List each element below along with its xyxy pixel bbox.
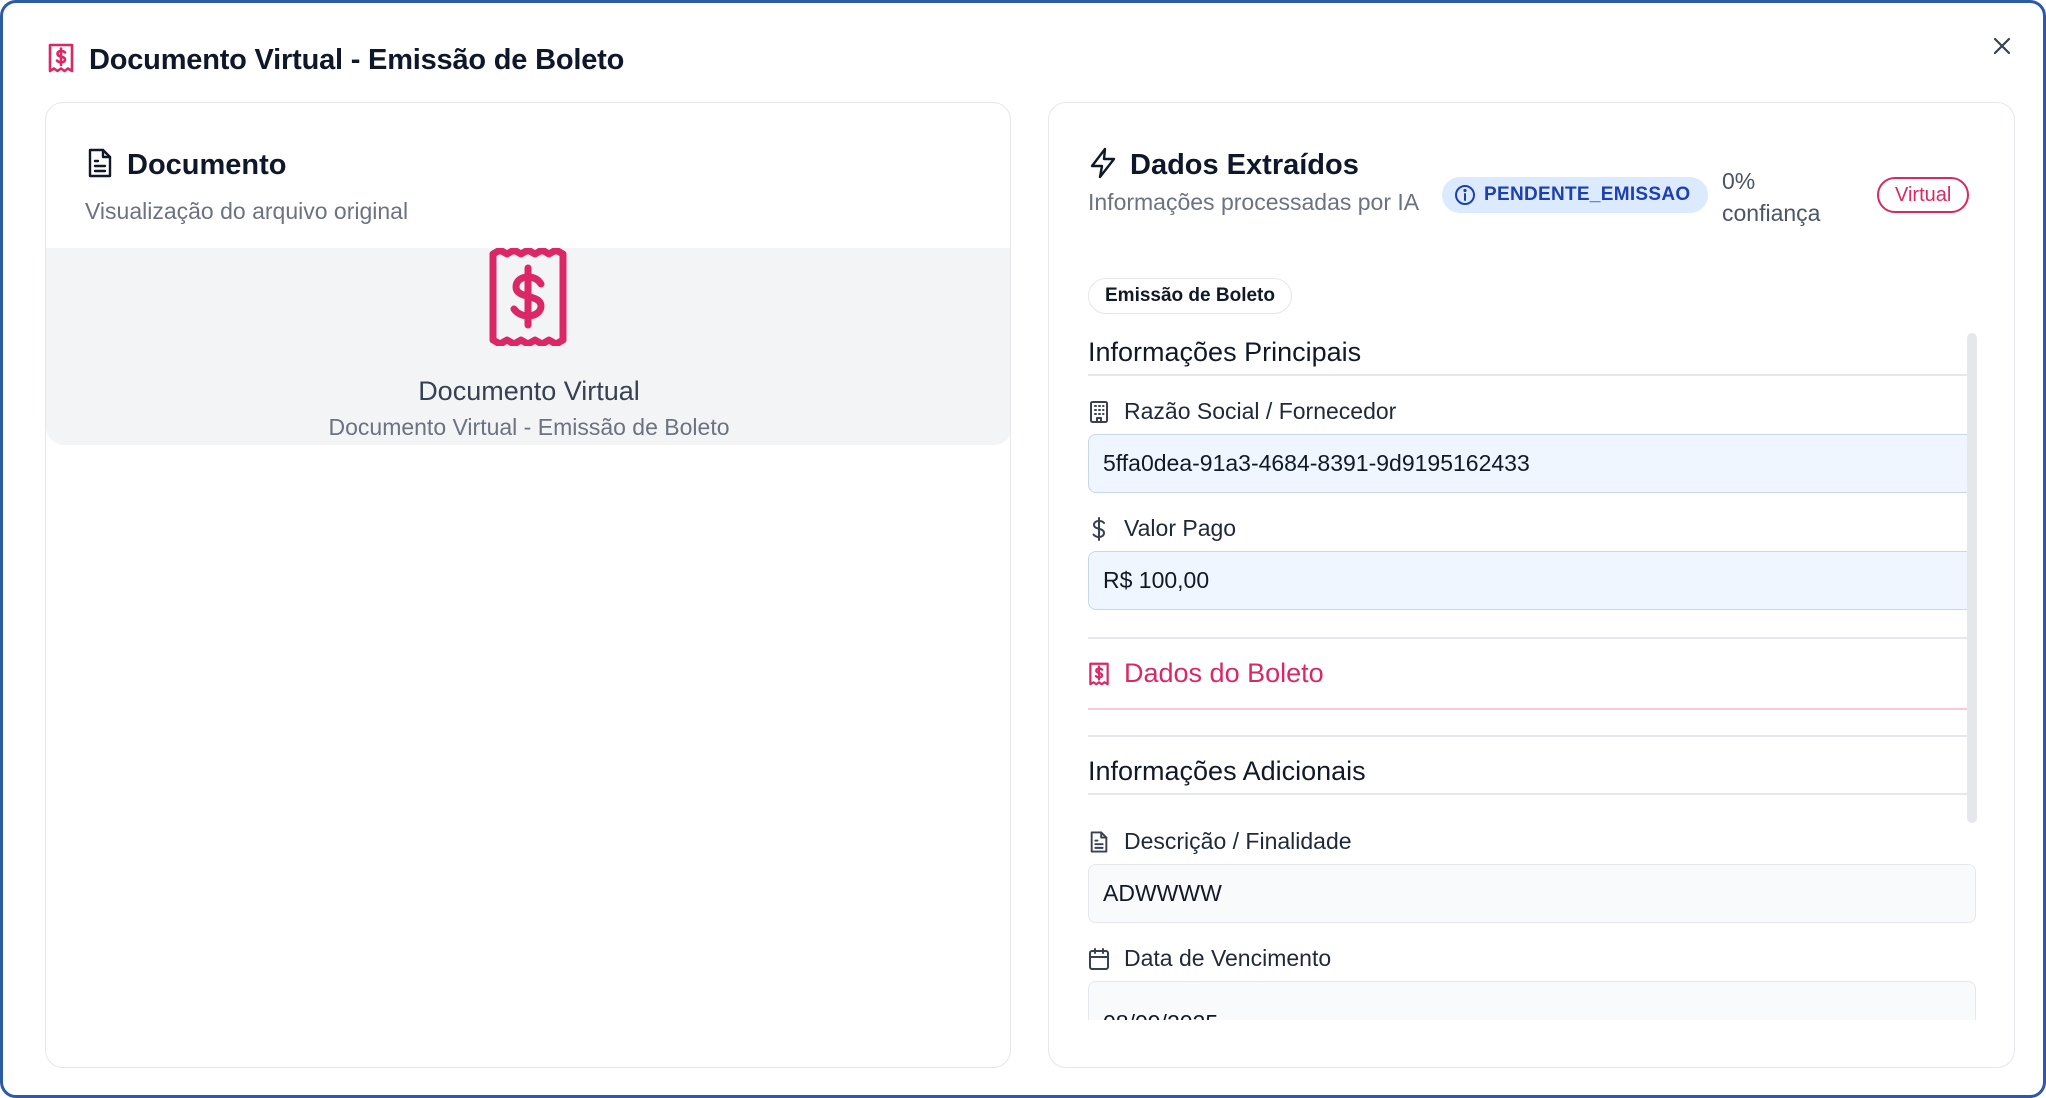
divider	[1088, 708, 1968, 710]
modal-dialog: Documento Virtual - Emissão de Boleto Do…	[0, 0, 2046, 1098]
modal-header: Documento Virtual - Emissão de Boleto	[47, 43, 624, 78]
valor-label: Valor Pago	[1088, 515, 1236, 542]
section-title-additional: Informações Adicionais	[1088, 756, 1366, 786]
fornecedor-label-text: Razão Social / Fornecedor	[1124, 398, 1397, 424]
extracted-data-card: Dados Extraídos Informações processadas …	[1048, 102, 2015, 1068]
preview-subtitle: Documento Virtual - Emissão de Boleto	[328, 414, 730, 440]
type-badge: Emissão de Boleto	[1088, 278, 1292, 314]
file-text-icon	[1090, 831, 1108, 852]
fornecedor-label: Razão Social / Fornecedor	[1088, 398, 1396, 425]
receipt-dollar-icon	[47, 43, 75, 78]
divider	[1088, 793, 1968, 795]
lightning-icon	[1088, 147, 1118, 184]
valor-field[interactable]: R$ 100,00	[1088, 551, 1976, 610]
close-icon	[1993, 37, 2011, 55]
confidence-label: 0% confiança	[1722, 168, 1821, 226]
extracted-data-header: Dados Extraídos	[1088, 147, 1359, 184]
fornecedor-field[interactable]: 5ffa0dea-91a3-4684-8391-9d9195162433	[1088, 434, 1976, 493]
vencimento-label-text: Data de Vencimento	[1124, 945, 1332, 971]
vencimento-label: Data de Vencimento	[1088, 945, 1331, 972]
receipt-dollar-icon	[487, 246, 569, 351]
section-title-boleto[interactable]: Dados do Boleto	[1088, 658, 1324, 689]
calendar-icon	[1089, 947, 1109, 970]
modal-title: Documento Virtual - Emissão de Boleto	[89, 44, 625, 76]
boleto-title-text: Dados do Boleto	[1124, 658, 1324, 688]
document-preview: Documento Virtual Documento Virtual - Em…	[46, 246, 1010, 445]
extracted-fields-scroll[interactable]: Informações Principais Razão Social / Fo…	[1088, 333, 1976, 1020]
descricao-field[interactable]: ADWWWW	[1088, 864, 1976, 923]
building-icon	[1090, 400, 1108, 423]
status-badge: PENDENTE_EMISSAO	[1442, 177, 1709, 213]
dollar-icon	[1092, 516, 1106, 541]
divider	[1088, 637, 1968, 639]
virtual-badge: Virtual	[1877, 177, 1970, 213]
extracted-data-subtitle: Informações processadas por IA	[1088, 189, 1420, 215]
info-icon	[1455, 185, 1475, 205]
vencimento-field[interactable]: 08/09/2025	[1088, 981, 1976, 1020]
preview-title: Documento Virtual	[418, 376, 640, 406]
extracted-data-title: Dados Extraídos	[1130, 149, 1359, 181]
status-label: PENDENTE_EMISSAO	[1484, 184, 1691, 205]
descricao-label: Descrição / Finalidade	[1088, 828, 1352, 855]
divider	[1088, 374, 1968, 376]
document-card-title: Documento	[127, 149, 287, 181]
close-button[interactable]	[1985, 29, 2019, 63]
receipt-dollar-icon	[1089, 662, 1109, 685]
section-title-main: Informações Principais	[1088, 337, 1362, 367]
descricao-label-text: Descrição / Finalidade	[1124, 828, 1352, 854]
document-card-header: Documento	[85, 147, 287, 184]
divider	[1088, 735, 1968, 737]
file-text-icon	[85, 147, 115, 184]
document-card: Documento Visualização do arquivo origin…	[45, 102, 1011, 1068]
document-card-subtitle: Visualização do arquivo original	[85, 198, 409, 224]
valor-label-text: Valor Pago	[1124, 515, 1237, 541]
scrollbar[interactable]	[1967, 333, 1977, 823]
